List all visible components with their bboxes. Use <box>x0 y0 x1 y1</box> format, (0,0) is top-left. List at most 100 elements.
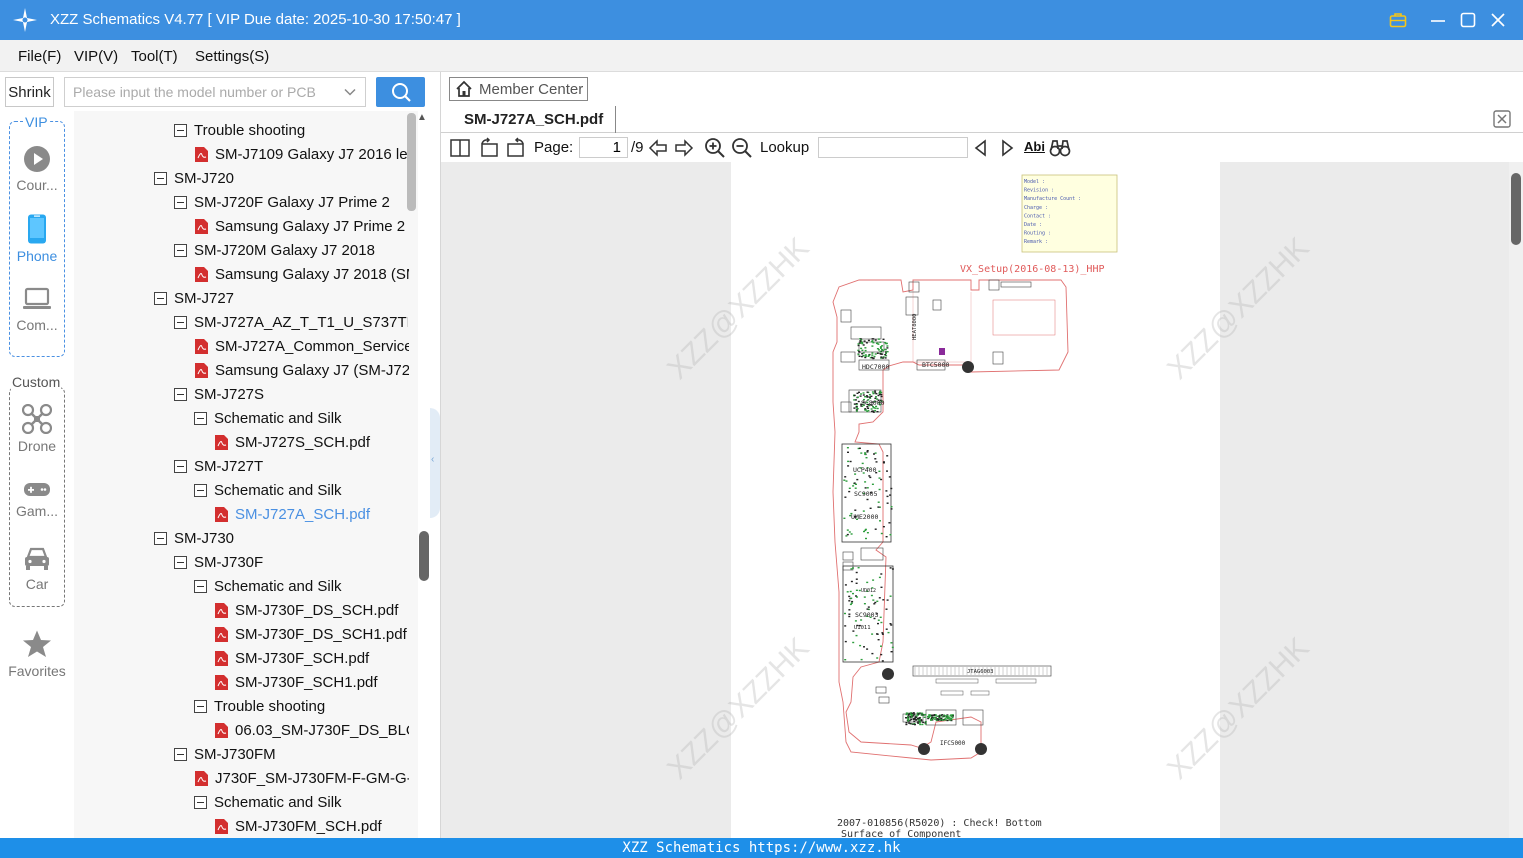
collapse-toggle-icon[interactable] <box>174 387 187 401</box>
component-pad <box>880 353 883 355</box>
tree-file-item[interactable]: SM-J730FM_SCH.pdf <box>215 814 409 838</box>
component-pad <box>880 653 883 656</box>
tree-folder-item[interactable]: Schematic and Silk <box>194 478 408 502</box>
tree-folder-item[interactable]: SM-J730FM <box>174 742 408 766</box>
nav-courses[interactable]: Cour... <box>4 145 70 193</box>
tree-file-item[interactable]: SM-J727A_Common_Service_ <box>195 334 409 358</box>
tree-file-item[interactable]: SM-J730F_SCH1.pdf <box>215 670 409 694</box>
find-next-icon[interactable] <box>996 137 1018 159</box>
tab-document[interactable]: SM-J727A_SCH.pdf <box>453 106 616 133</box>
model-search-input[interactable] <box>65 78 335 106</box>
chevron-left-icon[interactable]: ‹ <box>431 454 434 465</box>
tree-file-item[interactable]: SM-J7109 Galaxy J7 2016 lev <box>195 142 409 166</box>
menu-vip[interactable]: VIP(V) <box>74 48 118 65</box>
tree-folder-item[interactable]: SM-J727A_AZ_T_T1_U_S737TL G <box>174 310 408 334</box>
menu-tool[interactable]: Tool(T) <box>131 48 178 65</box>
tree-folder-item[interactable]: Schematic and Silk <box>194 574 408 598</box>
tree-file-item[interactable]: SM-J730F_DS_SCH1.pdf <box>215 622 409 646</box>
next-page-icon[interactable] <box>673 137 695 159</box>
collapse-toggle-icon[interactable] <box>194 483 207 497</box>
nav-drone[interactable]: Drone <box>4 404 70 454</box>
model-tree[interactable]: Trouble shooting SM-J7109 Galaxy J7 2016 … <box>74 111 418 838</box>
nav-phone[interactable]: Phone <box>4 214 70 264</box>
nav-computer[interactable]: Com... <box>4 287 70 333</box>
close-tab-icon[interactable] <box>1493 110 1511 128</box>
pdf-viewer[interactable]: Model : Revision : Manufacture Count : Char… <box>441 162 1509 838</box>
tree-file-item[interactable]: Samsung Galaxy J7 Prime 2 ( <box>195 214 409 238</box>
tree-item-label: Samsung Galaxy J7 2018 (SM <box>215 265 409 283</box>
minimize-icon[interactable] <box>1426 8 1450 32</box>
tree-folder-item[interactable]: Trouble shooting <box>194 694 408 718</box>
page-number-input[interactable] <box>579 137 628 158</box>
component-pad <box>871 340 874 342</box>
tree-file-item[interactable]: SM-J727S_SCH.pdf <box>215 430 409 454</box>
tree-file-item[interactable]: Samsung Galaxy J7 2018 (SM <box>195 262 409 286</box>
collapse-toggle-icon[interactable] <box>194 411 207 425</box>
collapse-toggle-icon[interactable] <box>194 795 207 809</box>
model-search-combobox[interactable] <box>64 77 366 107</box>
tree-scroll-up-icon[interactable]: ▲ <box>417 112 427 123</box>
collapse-toggle-icon[interactable] <box>174 123 187 137</box>
collapse-toggle-icon[interactable] <box>154 291 167 305</box>
menu-settings[interactable]: Settings(S) <box>195 48 269 65</box>
collapse-toggle-icon[interactable] <box>174 747 187 761</box>
tree-folder-item[interactable]: Trouble shooting <box>174 118 408 142</box>
lookup-input[interactable] <box>818 137 968 158</box>
collapse-toggle-icon[interactable] <box>194 579 207 593</box>
tree-folder-item[interactable]: SM-J727 <box>154 286 408 310</box>
split-view-icon[interactable] <box>449 137 471 159</box>
chevron-down-icon[interactable] <box>343 85 357 99</box>
match-case-icon[interactable]: Abi <box>1024 139 1045 154</box>
menu-file[interactable]: File(F) <box>18 48 61 65</box>
tree-folder-item[interactable]: SM-J730F <box>174 550 408 574</box>
component-pad <box>886 502 889 504</box>
vip-badge-icon[interactable] <box>1386 8 1410 32</box>
tree-folder-item[interactable]: Schematic and Silk <box>194 406 408 430</box>
rotate-right-icon[interactable] <box>505 137 527 159</box>
component-pad <box>871 354 874 356</box>
search-button[interactable] <box>376 77 425 107</box>
collapse-toggle-icon[interactable] <box>154 171 167 185</box>
nav-favorites[interactable]: Favorites <box>4 629 70 679</box>
laptop-icon <box>23 287 51 309</box>
tree-file-item[interactable]: J730F_SM-J730FM-F-GM-G-I <box>195 766 409 790</box>
collapse-toggle-icon[interactable] <box>174 195 187 209</box>
collapse-toggle-icon[interactable] <box>174 459 187 473</box>
tree-file-item[interactable]: 06.03_SM-J730F_DS_BLOC <box>215 718 409 742</box>
binoculars-icon[interactable] <box>1049 137 1071 159</box>
tree-folder-item[interactable]: SM-J720 <box>154 166 408 190</box>
prev-page-icon[interactable] <box>647 137 669 159</box>
collapse-toggle-icon[interactable] <box>194 699 207 713</box>
member-center-button[interactable]: Member Center <box>449 77 588 101</box>
maximize-icon[interactable] <box>1456 8 1480 32</box>
tree-file-item[interactable]: SM-J730F_SCH.pdf <box>215 646 409 670</box>
tree-folder-item[interactable]: SM-J727S <box>174 382 408 406</box>
nav-game[interactable]: Gam... <box>4 481 70 519</box>
nav-car[interactable]: Car <box>4 546 70 592</box>
collapse-toggle-icon[interactable] <box>174 315 187 329</box>
zoom-in-icon[interactable] <box>704 137 726 159</box>
close-icon[interactable] <box>1486 8 1510 32</box>
tree-file-item[interactable]: SM-J727A_SCH.pdf <box>215 502 409 526</box>
tree-scrollbar-thumb[interactable] <box>407 113 416 211</box>
zoom-out-icon[interactable] <box>731 137 753 159</box>
shrink-button[interactable]: Shrink <box>5 77 54 107</box>
rotate-left-icon[interactable] <box>478 137 500 159</box>
panel-splitter[interactable]: ‹ <box>430 408 440 518</box>
find-previous-icon[interactable] <box>970 137 992 159</box>
tree-folder-item[interactable]: SM-J727T <box>174 454 408 478</box>
collapse-toggle-icon[interactable] <box>154 531 167 545</box>
component-btc5000: BTC5000 <box>922 361 949 369</box>
component-pad <box>924 721 927 723</box>
tree-folder-item[interactable]: Schematic and Silk <box>194 790 408 814</box>
viewer-scrollbar[interactable] <box>1509 162 1523 838</box>
tree-folder-item[interactable]: SM-J720F Galaxy J7 Prime 2 <box>174 190 408 214</box>
collapse-toggle-icon[interactable] <box>174 243 187 257</box>
tree-folder-item[interactable]: SM-J730 <box>154 526 408 550</box>
tree-outer-scrollbar-thumb[interactable] <box>419 531 429 581</box>
tree-folder-item[interactable]: SM-J720M Galaxy J7 2018 <box>174 238 408 262</box>
tree-file-item[interactable]: SM-J730F_DS_SCH.pdf <box>215 598 409 622</box>
tree-file-item[interactable]: Samsung Galaxy J7 (SM-J727 <box>195 358 409 382</box>
viewer-scrollbar-thumb[interactable] <box>1511 173 1521 245</box>
collapse-toggle-icon[interactable] <box>174 555 187 569</box>
